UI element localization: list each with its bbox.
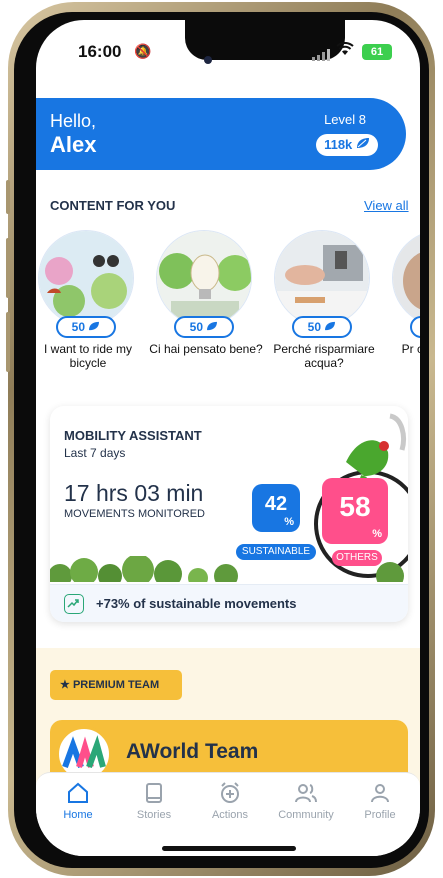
home-indicator[interactable]	[162, 846, 296, 851]
content-points: 50	[189, 320, 203, 334]
bottom-tab-bar: Home Stories Actions Community Profile	[36, 772, 420, 856]
content-thumbnail	[392, 230, 420, 326]
book-icon	[146, 783, 162, 803]
content-card-partial[interactable]: 50 Pr cons	[388, 230, 420, 370]
content-title: Ci hai pensato bene?	[149, 342, 263, 356]
app-screen: 16:00 🔕 61 Hello, Alex Level 8 118k CONT…	[36, 20, 420, 856]
users-icon	[295, 784, 317, 803]
content-points-badge: 50	[292, 316, 352, 338]
content-thumbnail	[156, 230, 252, 326]
trees-illustration	[50, 556, 404, 582]
content-card-bicycle[interactable]: 50 I want to ride my bicycle	[36, 230, 142, 370]
tab-home[interactable]: Home	[40, 781, 116, 837]
home-icon	[68, 782, 88, 803]
user-icon	[371, 784, 389, 803]
others-value: 58	[339, 491, 371, 522]
points-badge[interactable]: 118k	[316, 134, 378, 156]
points-value: 118k	[324, 137, 353, 152]
tab-label: Stories	[136, 809, 172, 821]
percent-sign: %	[372, 528, 382, 540]
greeting-text: Hello,	[50, 111, 97, 131]
content-points-badge: 50	[410, 316, 420, 338]
battery-indicator: 61	[362, 44, 392, 60]
tab-actions[interactable]: Actions	[192, 781, 268, 837]
volume-down-button	[6, 312, 10, 372]
tab-label: Actions	[211, 809, 249, 821]
mobility-assistant-card[interactable]: MOBILITY ASSISTANT Last 7 days 17 hrs 03…	[50, 406, 408, 622]
premium-team-label: PREMIUM TEAM	[72, 679, 160, 691]
content-thumbnail	[274, 230, 370, 326]
mobility-duration: 17 hrs 03 min	[64, 480, 204, 506]
volume-up-button	[6, 238, 10, 298]
others-percentage: 58 %	[322, 478, 388, 544]
tab-label: Profile	[364, 809, 396, 821]
mute-switch	[6, 180, 10, 214]
status-bar: 16:00 🔕 61	[36, 42, 420, 66]
leaf-icon	[325, 321, 336, 331]
mobility-trend-row: +73% of sustainable movements	[50, 584, 408, 622]
status-time: 16:00	[78, 42, 122, 61]
content-title: Pr cons	[401, 342, 420, 356]
content-section-title: CONTENT FOR YOU	[50, 198, 176, 213]
content-points-badge: 50	[174, 316, 234, 338]
leaf-icon	[207, 321, 218, 331]
content-thumbnail	[38, 230, 134, 326]
mobility-period: Last 7 days	[64, 446, 126, 460]
mobility-duration-label: MOVEMENTS MONITORED	[64, 508, 205, 520]
tab-label: Home	[63, 809, 93, 821]
tab-profile[interactable]: Profile	[342, 781, 418, 837]
signal-icon	[312, 46, 330, 66]
mobility-title: MOBILITY ASSISTANT	[64, 428, 202, 443]
content-points: 50	[71, 320, 85, 334]
tab-stories[interactable]: Stories	[116, 781, 192, 837]
tab-label: Community	[278, 809, 334, 821]
sustainable-value: 42	[264, 493, 288, 515]
tab-community[interactable]: Community	[268, 781, 344, 837]
content-points: 50	[307, 320, 321, 334]
greeting-card: Hello, Alex Level 8 118k	[36, 98, 406, 170]
leaf-icon	[356, 137, 370, 152]
team-name: AWorld Team	[126, 740, 259, 763]
content-title: I want to ride my bicycle	[43, 342, 133, 370]
star-icon: ★	[60, 679, 70, 691]
premium-team-badge: ★ PREMIUM TEAM	[50, 670, 182, 700]
content-card-ci-hai-pensato[interactable]: 50 Ci hai pensato bene?	[149, 230, 263, 370]
user-level: Level 8	[324, 112, 366, 127]
trend-up-icon	[64, 594, 84, 614]
trend-text: +73% of sustainable movements	[96, 596, 297, 611]
sustainable-percentage: 42 %	[252, 484, 300, 532]
premium-team-section: ★ PREMIUM TEAM AWorld Team	[36, 648, 420, 790]
percent-sign: %	[284, 516, 294, 528]
bell-mute-icon: 🔕	[134, 43, 152, 59]
view-all-link[interactable]: View all	[364, 198, 409, 213]
wifi-icon	[336, 42, 354, 61]
alarm-plus-icon	[221, 782, 239, 803]
user-name: Alex	[50, 132, 97, 157]
leaf-icon	[89, 321, 100, 331]
content-points-badge: 50	[56, 316, 116, 338]
